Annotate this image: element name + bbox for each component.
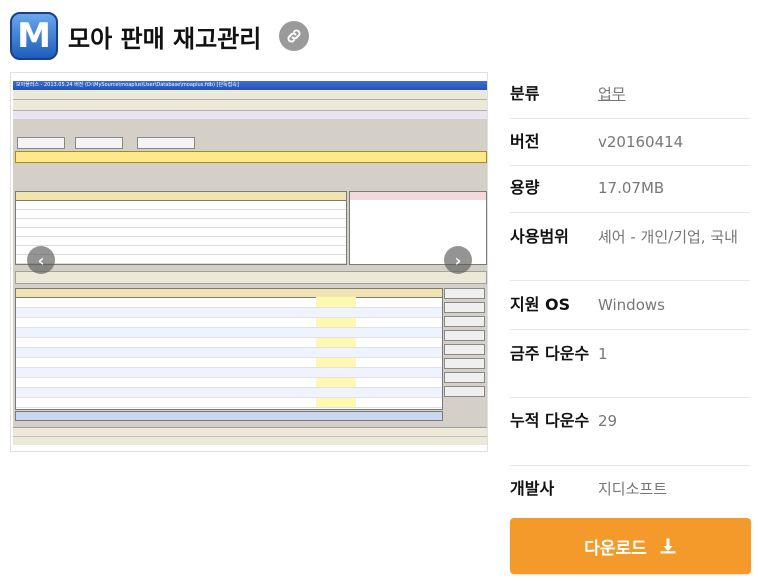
screenshot-tab (137, 137, 195, 149)
download-button-label: 다운로드 (584, 538, 647, 559)
info-table: 분류 업무 버전 v20160414 용량 17.07MB 사용범위 셰어 - … (510, 70, 750, 514)
screenshot-tab (17, 137, 65, 149)
app-header: M 모아 판매 재고관리 (10, 11, 310, 61)
screenshot-statusbar (13, 427, 487, 445)
license-label: 사용범위 (510, 227, 569, 246)
info-row-os: 지원 OS Windows (510, 281, 750, 330)
screenshot-toolbar (13, 100, 487, 111)
link-icon[interactable] (279, 21, 310, 51)
download-button[interactable]: 다운로드 (510, 518, 751, 574)
total-downloads-value: 29 (598, 412, 618, 430)
screenshot-side-buttons (444, 288, 485, 408)
info-row-weekly-downloads: 금주 다운수 1 (510, 330, 750, 398)
screenshot-customer-grid (15, 191, 347, 265)
chevron-left-icon[interactable]: ‹ (27, 246, 55, 274)
download-icon (660, 538, 676, 554)
info-row-developer: 개발사 지디소프트 (510, 466, 750, 514)
total-downloads-label: 누적 다운수 (510, 411, 590, 430)
size-value: 17.07MB (598, 179, 665, 197)
weekly-downloads-value: 1 (598, 345, 608, 363)
developer-label: 개발사 (510, 479, 555, 498)
size-label: 용량 (510, 178, 540, 197)
screenshot-carousel: 모아플러스 - 2013.05.24 버전 (D:\MySource\moapl… (10, 72, 488, 452)
app-icon: M (10, 12, 58, 60)
version-value: v20160414 (598, 133, 684, 151)
os-value: Windows (598, 296, 665, 314)
info-row-category: 분류 업무 (510, 70, 750, 119)
screenshot-menubar (13, 90, 487, 100)
info-row-license: 사용범위 셰어 - 개인/기업, 국내 (510, 213, 750, 281)
screenshot-filterbar (15, 151, 487, 163)
weekly-downloads-label: 금주 다운수 (510, 344, 590, 363)
developer-value: 지디소프트 (598, 480, 668, 498)
chevron-right-icon[interactable]: › (444, 246, 472, 274)
screenshot-datebar (15, 271, 487, 284)
info-row-size: 용량 17.07MB (510, 166, 750, 213)
license-value: 셰어 - 개인/기업, 국내 (598, 228, 738, 246)
os-label: 지원 OS (510, 295, 571, 314)
screenshot-titlebar: 모아플러스 - 2013.05.24 버전 (D:\MySource\moapl… (13, 81, 487, 90)
info-row-total-downloads: 누적 다운수 29 (510, 398, 750, 466)
app-title: 모아 판매 재고관리 (68, 24, 262, 53)
version-label: 버전 (510, 132, 540, 151)
screenshot-totals (15, 411, 443, 421)
screenshot-sales-grid (15, 288, 443, 410)
app-screenshot: 모아플러스 - 2013.05.24 버전 (D:\MySource\moapl… (13, 81, 487, 445)
category-label: 분류 (510, 84, 540, 103)
screenshot-ribbon (13, 111, 487, 119)
category-link[interactable]: 업무 (598, 81, 750, 118)
info-row-version: 버전 v20160414 (510, 119, 750, 166)
screenshot-tab (75, 137, 123, 149)
